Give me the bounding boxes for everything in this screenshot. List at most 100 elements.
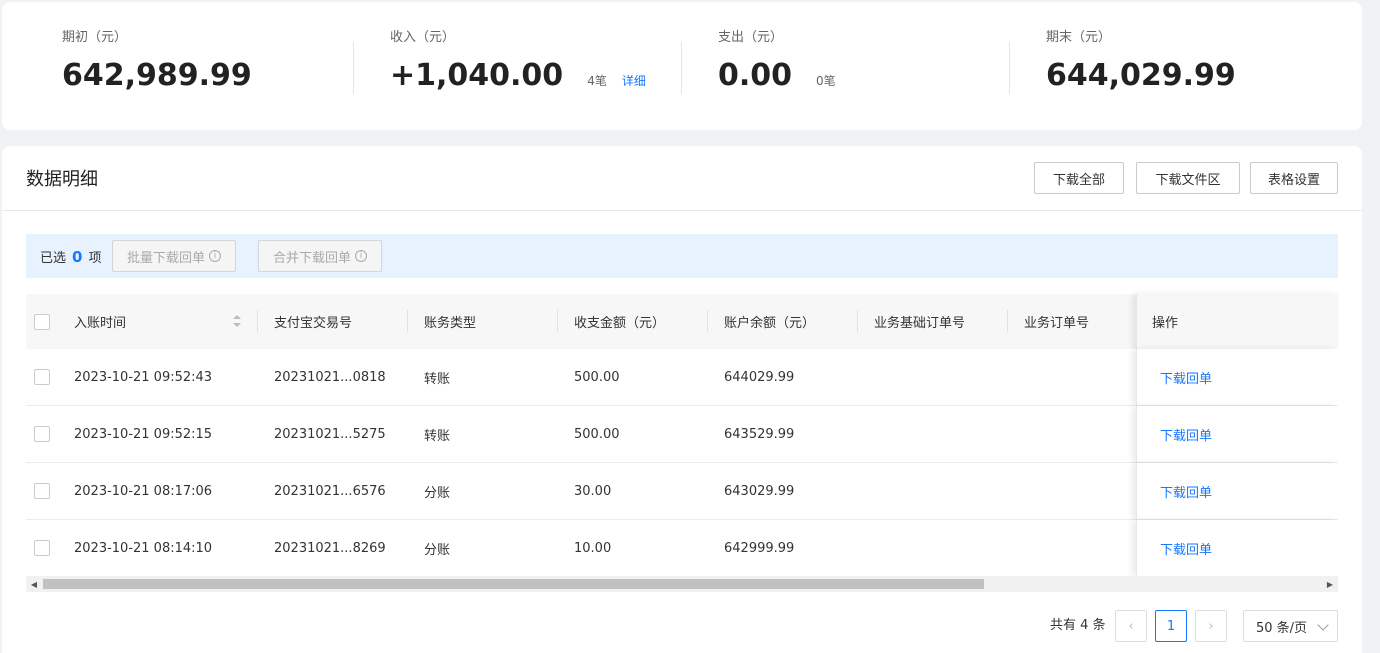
selection-count: 0 [72, 248, 83, 266]
column-divider [857, 310, 858, 332]
merge-download-button[interactable]: 合并下载回单 i [258, 240, 383, 272]
select-all-checkbox[interactable] [34, 313, 50, 330]
opening-label: 期初（元） [62, 30, 128, 45]
cell-trade-no: 20231021...8269 [274, 540, 386, 556]
closing-label: 期末（元） [1046, 30, 1112, 45]
cell-time: 2023-10-21 09:52:15 [74, 426, 213, 442]
select-all-cell [34, 294, 50, 349]
cell-type: 分账 [424, 542, 451, 558]
col-header: 入账时间 [74, 316, 127, 331]
download-receipt-link[interactable]: 下载回单 [1160, 482, 1212, 501]
cell-trade-no: 20231021...5275 [274, 426, 386, 442]
cell-amount: 10.00 [574, 540, 612, 556]
op-cell: 下载回单 [1136, 349, 1338, 405]
selection-suffix: 项 [88, 251, 102, 266]
cell-amount: 500.00 [574, 369, 620, 385]
merge-download-label: 合并下载回单 [273, 250, 352, 266]
income-value: +1,040.00 [390, 58, 564, 93]
table-row: 2023-10-21 09:52:15 20231021...5275 转账 5… [26, 406, 1338, 463]
expense-count: 0笔 [816, 74, 836, 88]
horizontal-scrollbar[interactable]: ◀ ▶ [26, 576, 1338, 592]
next-page-button[interactable]: › [1195, 610, 1227, 642]
table-row: 2023-10-21 09:52:43 20231021...0818 转账 5… [26, 349, 1338, 406]
opening-balance: 期初（元） 642,989.99 [62, 29, 252, 96]
prev-page-button[interactable]: ‹ [1115, 610, 1147, 642]
row-checkbox[interactable] [34, 426, 50, 442]
col-header: 业务订单号 [1024, 316, 1090, 331]
divider [353, 42, 354, 94]
cell-amount: 500.00 [574, 426, 620, 442]
table-settings-button[interactable]: 表格设置 [1250, 162, 1338, 194]
divider [1009, 42, 1010, 94]
op-column-header: 操作 [1136, 294, 1338, 349]
cell-time: 2023-10-21 09:52:43 [74, 369, 213, 385]
income-label: 收入（元） [390, 30, 456, 45]
cell-balance: 642999.99 [724, 540, 795, 556]
op-cell: 下载回单 [1136, 406, 1338, 462]
cell-type: 分账 [424, 485, 451, 501]
chevron-left-icon: ‹ [1128, 618, 1134, 634]
download-receipt-link[interactable]: 下载回单 [1160, 425, 1212, 444]
column-divider [707, 310, 708, 332]
scroll-left-icon[interactable]: ◀ [26, 576, 42, 592]
closing-value: 644,029.99 [1046, 58, 1236, 93]
op-cell: 下载回单 [1136, 520, 1338, 576]
col-header: 支付宝交易号 [274, 316, 353, 331]
cell-amount: 30.00 [574, 483, 612, 499]
cell-trade-no: 20231021...6576 [274, 483, 386, 499]
page-size-value: 50 条/页 [1256, 620, 1308, 636]
row-checkbox[interactable] [34, 540, 50, 556]
download-receipt-link[interactable]: 下载回单 [1160, 368, 1212, 387]
expense-stat: 支出（元） 0.00 0笔 [718, 29, 836, 96]
sort-icon[interactable] [232, 314, 242, 328]
divider [681, 42, 682, 94]
details-title: 数据明细 [26, 169, 98, 190]
download-area-button[interactable]: 下载文件区 [1136, 162, 1240, 194]
column-divider [557, 310, 558, 332]
col-header: 账户余额（元） [724, 316, 816, 331]
row-checkbox[interactable] [34, 369, 50, 385]
expense-label: 支出（元） [718, 30, 784, 45]
col-header: 账务类型 [424, 316, 477, 331]
income-stat: 收入（元） +1,040.00 4笔 详细 [390, 29, 646, 96]
transactions-table: 入账时间 支付宝交易号 账务类型 收支金额（元） 账户余额（元） 业务基础订单号… [26, 294, 1338, 577]
info-icon: i [209, 250, 222, 262]
row-checkbox[interactable] [34, 483, 50, 499]
cell-trade-no: 20231021...0818 [274, 369, 386, 385]
col-header: 收支金额（元） [574, 316, 666, 331]
cell-type: 转账 [424, 371, 451, 387]
info-icon: i [355, 250, 368, 262]
column-divider [407, 310, 408, 332]
scrollbar-thumb[interactable] [43, 579, 984, 589]
cell-type: 转账 [424, 428, 451, 444]
download-receipt-link[interactable]: 下载回单 [1160, 539, 1212, 558]
summary-card: 期初（元） 642,989.99 收入（元） +1,040.00 4笔 详细 支… [2, 2, 1362, 130]
expense-value: 0.00 [718, 58, 793, 93]
page-number-button[interactable]: 1 [1155, 610, 1187, 642]
income-detail-link[interactable]: 详细 [622, 72, 646, 89]
details-card: 数据明细 下载全部 下载文件区 表格设置 已选 0 项 批量下载回单 i 合并下… [2, 146, 1362, 653]
table-row: 2023-10-21 08:17:06 20231021...6576 分账 3… [26, 463, 1338, 520]
cell-balance: 643029.99 [724, 483, 795, 499]
op-cell: 下载回单 [1136, 463, 1338, 519]
cell-balance: 643529.99 [724, 426, 795, 442]
page-size-select[interactable]: 50 条/页 [1243, 610, 1338, 642]
chevron-right-icon: › [1208, 618, 1214, 634]
selection-summary: 已选 0 项 [40, 247, 101, 266]
batch-download-button[interactable]: 批量下载回单 i [112, 240, 237, 272]
download-all-button[interactable]: 下载全部 [1034, 162, 1124, 194]
scroll-right-icon[interactable]: ▶ [1322, 576, 1338, 592]
selection-prefix: 已选 [40, 251, 67, 266]
table-header: 入账时间 支付宝交易号 账务类型 收支金额（元） 账户余额（元） 业务基础订单号… [26, 294, 1338, 349]
chevron-down-icon [1317, 619, 1329, 631]
table-row: 2023-10-21 08:14:10 20231021...8269 分账 1… [26, 520, 1338, 577]
income-count: 4笔 [587, 74, 607, 88]
column-divider [1007, 310, 1008, 332]
cell-balance: 644029.99 [724, 369, 795, 385]
cell-time: 2023-10-21 08:14:10 [74, 540, 213, 556]
selection-bar: 已选 0 项 批量下载回单 i 合并下载回单 i [26, 234, 1338, 278]
batch-download-label: 批量下载回单 [127, 250, 206, 266]
cell-time: 2023-10-21 08:17:06 [74, 483, 213, 499]
opening-value: 642,989.99 [62, 58, 252, 93]
divider [2, 210, 1362, 211]
